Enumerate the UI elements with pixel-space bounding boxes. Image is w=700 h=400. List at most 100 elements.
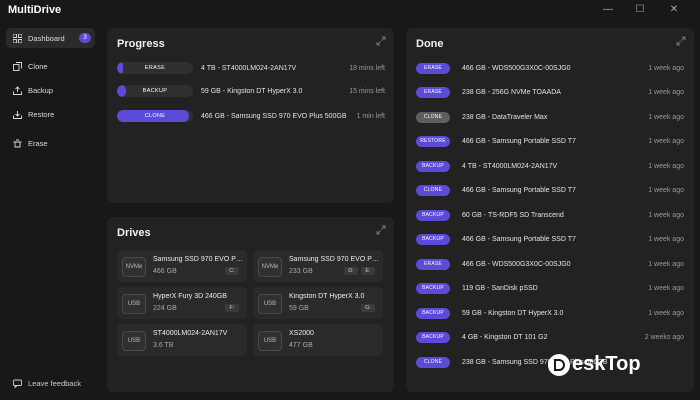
progress-drive: 4 TB - ST4000LM024-2AN17V [201, 64, 297, 72]
drive-card[interactable]: USB ST4000LM024-2AN17V 3.6 TB [117, 324, 247, 356]
done-time: 1 week ago [648, 113, 684, 121]
progress-drive: 59 GB - Kingston DT HyperX 3.0 [201, 87, 303, 95]
drive-card[interactable]: USB XS2000 477 GB [253, 324, 383, 356]
done-drive: 466 GB - Samsung Portable SSD T7 [462, 187, 576, 194]
expand-icon[interactable] [676, 36, 686, 46]
restore-icon [12, 109, 22, 119]
sidebar-item-label: Backup [28, 85, 54, 95]
sidebar-item-restore[interactable]: Restore [6, 104, 95, 124]
done-time: 1 week ago [648, 285, 684, 292]
drives-title: Drives [117, 227, 151, 239]
drive-card[interactable]: USB HyperX Fury 3D 240GB 224 GB F: [117, 287, 247, 319]
sidebar-item-dashboard[interactable]: Dashboard 3 [6, 28, 95, 48]
progress-operation: BACKUP [142, 88, 168, 94]
close-button[interactable]: ✕ [664, 3, 684, 17]
drives-panel: Drives NVMe Samsung SSD 970 EVO Pl... 46… [107, 217, 394, 392]
operation-badge: BACKUP [416, 332, 450, 343]
sidebar-item-label: Restore [28, 109, 55, 119]
drive-type-badge: USB [258, 294, 282, 314]
done-panel: Done ERASE 466 GB - WDS500G3X0C-00SJG0 1 w… [406, 28, 694, 392]
drive-card[interactable]: NVMe Samsung SSD 970 EVO Pl... 466 GB C: [117, 250, 247, 282]
progress-row[interactable]: ERASE 4 TB - ST4000LM024-2AN17V 18 mins … [117, 61, 385, 75]
watermark-logo-icon [548, 353, 570, 376]
leave-feedback-link[interactable]: Leave feedback [6, 376, 81, 390]
drive-size: 224 GB [153, 305, 177, 312]
done-row[interactable]: CLONE 466 GB - Samsung Portable SSD T7 1 w… [416, 184, 684, 198]
done-row[interactable]: BACKUP 60 GB - TS-RDF5 SD Transcend 1 week… [416, 208, 684, 222]
drive-size: 3.6 TB [153, 342, 174, 349]
drive-size: 59 GB [289, 305, 309, 312]
operation-badge: BACKUP [416, 307, 450, 319]
progress-panel: Progress ERASE 4 TB - ST4000LM024-2AN17V… [107, 28, 394, 203]
progress-row[interactable]: BACKUP 59 GB - Kingston DT HyperX 3.0 15… [117, 84, 385, 98]
sidebar-item-clone[interactable]: Clone [6, 56, 95, 76]
backup-icon [12, 85, 22, 95]
progress-title: Progress [117, 38, 165, 50]
expand-icon[interactable] [376, 36, 386, 46]
expand-icon[interactable] [376, 225, 386, 235]
progress-bar: BACKUP [117, 85, 193, 97]
progress-time-left: 18 mins left [349, 64, 385, 72]
drive-size: 466 GB [153, 268, 177, 275]
done-time: 2 weeks ago [644, 334, 684, 341]
progress-time-left: 15 mins left [349, 87, 385, 95]
done-row[interactable]: RESTORE 466 GB - Samsung Portable SSD T7 1… [416, 135, 684, 149]
drive-name: ST4000LM024-2AN17V [153, 330, 228, 337]
operation-badge: BACKUP [416, 209, 450, 221]
sidebar: Dashboard 3 Clone Backup Restore Erase L… [0, 22, 100, 400]
drive-name: XS2000 [289, 330, 314, 337]
drive-type-badge: NVMe [122, 257, 146, 277]
done-drive: 466 GB - WDS500G3X0C-00SJG0 [462, 260, 571, 268]
done-time: 1 week ago [648, 64, 684, 72]
done-row[interactable]: ERASE 238 GB - 256G NVMe TOAADA 1 week ago [416, 86, 684, 100]
operation-badge: BACKUP [416, 234, 450, 245]
operation-badge: CLONE [416, 356, 450, 368]
done-drive: 4 TB - ST4000LM024-2AN17V [462, 162, 558, 170]
done-row[interactable]: ERASE 466 GB - WDS500G3X0C-00SJG0 1 week a… [416, 61, 684, 75]
done-row[interactable]: BACKUP 4 TB - ST4000LM024-2AN17V 1 week ag… [416, 159, 684, 173]
drive-type-badge: USB [122, 331, 146, 351]
done-row[interactable]: ERASE 466 GB - WDS500G3X0C-00SJG0 1 week a… [416, 257, 684, 271]
done-row[interactable]: CLONE 238 GB - DataTraveler Max 1 week ago [416, 110, 684, 124]
feedback-icon [12, 378, 22, 388]
done-time: 1 week ago [648, 260, 684, 268]
drive-card[interactable]: NVMe Samsung SSD 970 EVO Pl... 233 GB D:… [253, 250, 383, 282]
done-drive: 466 GB - Samsung Portable SSD T7 [462, 138, 576, 145]
done-time: 1 week ago [648, 162, 684, 170]
drive-type-badge: NVMe [258, 257, 282, 277]
drive-size: 233 GB [289, 268, 313, 275]
operation-badge: ERASE [416, 87, 450, 98]
drive-letter: F: [225, 304, 239, 312]
done-row[interactable]: BACKUP 4 GB - Kingston DT 101 G2 2 weeks a… [416, 331, 684, 345]
done-drive: 238 GB - 256G NVMe TOAADA [462, 89, 561, 96]
done-time: 1 week ago [648, 236, 684, 243]
operation-badge: ERASE [416, 258, 450, 270]
progress-drive: 466 GB - Samsung SSD 970 EVO Plus 500GB [201, 112, 347, 120]
maximize-button[interactable]: ☐ [630, 3, 650, 17]
minimize-button[interactable]: — [598, 3, 618, 17]
drive-name: Samsung SSD 970 EVO Pl... [289, 256, 379, 263]
drive-type-badge: USB [122, 294, 146, 314]
drive-size: 477 GB [289, 342, 313, 349]
progress-operation: ERASE [144, 65, 166, 71]
done-row[interactable]: BACKUP 59 GB - Kingston DT HyperX 3.0 1 we… [416, 306, 684, 320]
sidebar-item-erase[interactable]: Erase [6, 133, 95, 153]
title-bar: MultiDrive — ☐ ✕ [0, 0, 700, 22]
watermark-text: eskTop [572, 353, 641, 375]
operation-badge: ERASE [416, 62, 450, 74]
sidebar-item-backup[interactable]: Backup [6, 80, 95, 100]
app-title: MultiDrive [8, 4, 62, 16]
done-row[interactable]: BACKUP 466 GB - Samsung Portable SSD T7 1 … [416, 233, 684, 247]
operation-badge: RESTORE [416, 136, 450, 147]
sidebar-item-label: Clone [28, 61, 48, 71]
drive-card[interactable]: USB Kingston DT HyperX 3.0 59 GB G: [253, 287, 383, 319]
progress-row[interactable]: CLONE 466 GB - Samsung SSD 970 EVO Plus … [117, 109, 385, 123]
done-time: 1 week ago [648, 309, 684, 317]
drive-letter: G: [361, 304, 375, 312]
done-drive: 59 GB - Kingston DT HyperX 3.0 [462, 309, 564, 317]
feedback-label: Leave feedback [28, 378, 81, 388]
clone-icon [12, 61, 22, 71]
done-row[interactable]: BACKUP 119 GB - SanDisk pSSD 1 week ago [416, 282, 684, 296]
done-title: Done [416, 38, 444, 50]
desktop-watermark: eskTop [548, 353, 641, 376]
